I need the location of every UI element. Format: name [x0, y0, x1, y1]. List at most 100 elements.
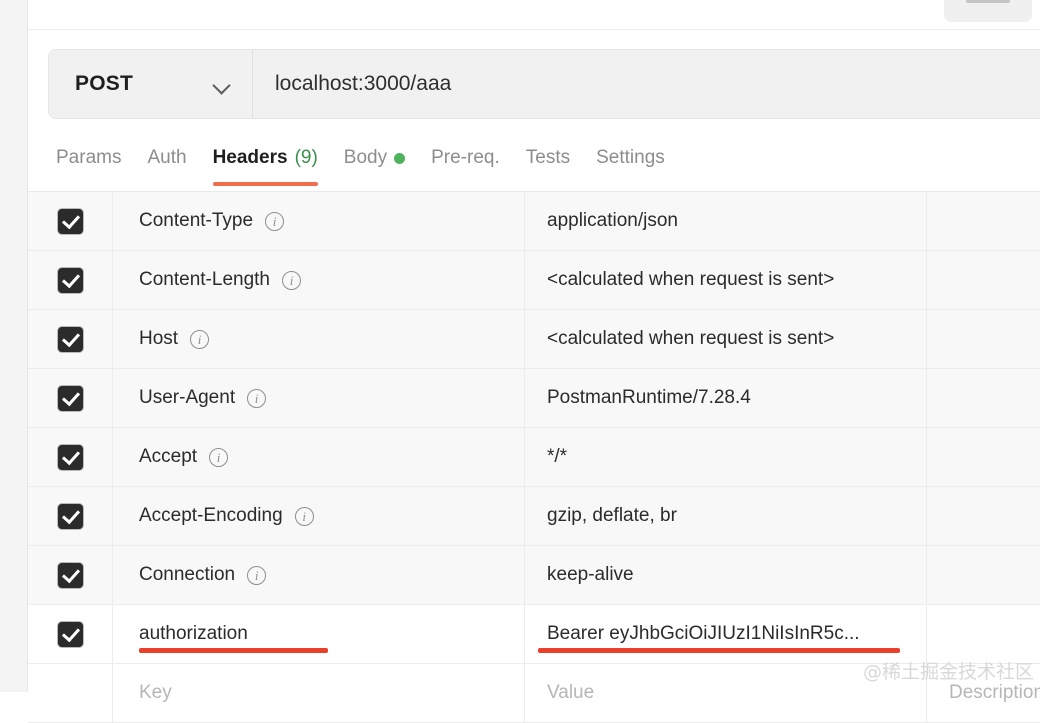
- tab-auth-label: Auth: [147, 147, 186, 169]
- table-row-new-entry: Key Value Description: [28, 664, 1040, 723]
- row-key-cell[interactable]: Host i: [113, 310, 525, 368]
- info-icon[interactable]: i: [265, 212, 284, 231]
- row-key-cell[interactable]: Accept i: [113, 428, 525, 486]
- url-input-value: localhost:3000/aaa: [275, 72, 451, 96]
- http-method-label: POST: [75, 72, 133, 96]
- row-key-cell[interactable]: Connection i: [113, 546, 525, 604]
- new-description-placeholder: Description: [949, 682, 1040, 704]
- row-value-text: <calculated when request is sent>: [547, 328, 834, 350]
- active-tab-underline: [213, 182, 318, 186]
- tab-headers-count: (9): [295, 147, 318, 169]
- row-value-cell[interactable]: gzip, deflate, br: [525, 487, 927, 545]
- row-key-text: Accept: [139, 446, 197, 468]
- row-description-cell[interactable]: [927, 605, 1040, 663]
- row-key-text: Content-Type: [139, 210, 253, 232]
- request-tabs: Params Auth Headers (9) Body Pre-req. Te…: [56, 136, 1040, 190]
- row-enable-cell: [28, 605, 113, 663]
- row-description-cell[interactable]: [927, 487, 1040, 545]
- collapse-handle-button[interactable]: [944, 0, 1032, 22]
- row-checkbox[interactable]: [57, 326, 84, 353]
- row-key-cell[interactable]: Content-Type i: [113, 192, 525, 250]
- url-input[interactable]: localhost:3000/aaa: [253, 50, 1040, 118]
- info-icon[interactable]: i: [209, 448, 228, 467]
- row-key-cell[interactable]: authorization: [113, 605, 525, 663]
- tab-settings[interactable]: Settings: [583, 136, 678, 180]
- tab-headers-label: Headers: [213, 147, 288, 169]
- tab-auth[interactable]: Auth: [134, 136, 199, 180]
- url-bar: POST localhost:3000/aaa: [48, 49, 1040, 119]
- tab-body[interactable]: Body: [331, 136, 418, 180]
- row-checkbox[interactable]: [57, 267, 84, 294]
- table-row-authorization: authorization Bearer eyJhbGciOiJIUzI1NiI…: [28, 605, 1040, 664]
- row-checkbox[interactable]: [57, 621, 84, 648]
- row-checkbox[interactable]: [57, 208, 84, 235]
- row-description-cell[interactable]: [927, 251, 1040, 309]
- tab-body-label: Body: [344, 147, 387, 169]
- row-description-cell[interactable]: [927, 369, 1040, 427]
- body-modified-dot-icon: [394, 153, 405, 164]
- row-key-text: Connection: [139, 564, 235, 586]
- row-key-cell[interactable]: User-Agent i: [113, 369, 525, 427]
- row-checkbox[interactable]: [57, 503, 84, 530]
- row-checkbox[interactable]: [57, 444, 84, 471]
- row-value-text: */*: [547, 446, 567, 468]
- row-value-cell[interactable]: keep-alive: [525, 546, 927, 604]
- info-icon[interactable]: i: [282, 271, 301, 290]
- tab-tests-label: Tests: [526, 147, 570, 169]
- annotation-underline-key: [139, 648, 328, 653]
- row-checkbox[interactable]: [57, 385, 84, 412]
- table-row: Accept-Encoding i gzip, deflate, br: [28, 487, 1040, 546]
- tab-headers[interactable]: Headers (9): [200, 136, 331, 180]
- table-row: Accept i */*: [28, 428, 1040, 487]
- row-key-cell[interactable]: Accept-Encoding i: [113, 487, 525, 545]
- request-pane: POST localhost:3000/aaa Params Auth Head…: [28, 0, 1040, 692]
- row-enable-cell: [28, 546, 113, 604]
- http-method-select[interactable]: POST: [49, 50, 253, 118]
- row-enable-cell: [28, 310, 113, 368]
- row-enable-cell: [28, 664, 113, 722]
- row-value-text: gzip, deflate, br: [547, 505, 677, 527]
- headers-table: Content-Type i application/json Content-…: [28, 191, 1040, 723]
- table-row: Connection i keep-alive: [28, 546, 1040, 605]
- tab-pre-request[interactable]: Pre-req.: [418, 136, 513, 180]
- row-key-text: authorization: [139, 623, 248, 645]
- row-value-cell[interactable]: */*: [525, 428, 927, 486]
- row-value-text: application/json: [547, 210, 678, 232]
- table-row: Host i <calculated when request is sent>: [28, 310, 1040, 369]
- row-enable-cell: [28, 192, 113, 250]
- info-icon[interactable]: i: [190, 330, 209, 349]
- row-enable-cell: [28, 487, 113, 545]
- info-icon[interactable]: i: [247, 389, 266, 408]
- tab-pre-request-label: Pre-req.: [431, 147, 500, 169]
- new-value-placeholder: Value: [547, 682, 594, 704]
- table-row: User-Agent i PostmanRuntime/7.28.4: [28, 369, 1040, 428]
- row-value-cell[interactable]: application/json: [525, 192, 927, 250]
- row-value-text: Bearer eyJhbGciOiJIUzI1NiIsInR5c...: [547, 623, 860, 645]
- row-key-cell[interactable]: Content-Length i: [113, 251, 525, 309]
- row-key-text: Host: [139, 328, 178, 350]
- row-value-cell[interactable]: <calculated when request is sent>: [525, 251, 927, 309]
- tab-tests[interactable]: Tests: [513, 136, 583, 180]
- tab-params[interactable]: Params: [56, 136, 134, 180]
- collapse-handle-icon: [966, 0, 1010, 3]
- info-icon[interactable]: i: [247, 566, 266, 585]
- new-description-input[interactable]: Description: [927, 664, 1040, 722]
- row-value-cell[interactable]: PostmanRuntime/7.28.4: [525, 369, 927, 427]
- sidebar-edge: [0, 0, 28, 692]
- row-key-text: Content-Length: [139, 269, 270, 291]
- chevron-down-icon: [213, 79, 230, 89]
- row-checkbox[interactable]: [57, 562, 84, 589]
- row-description-cell[interactable]: [927, 546, 1040, 604]
- new-value-input[interactable]: Value: [525, 664, 927, 722]
- new-key-input[interactable]: Key: [113, 664, 525, 722]
- row-description-cell[interactable]: [927, 310, 1040, 368]
- tab-params-label: Params: [56, 147, 121, 169]
- info-icon[interactable]: i: [295, 507, 314, 526]
- row-enable-cell: [28, 369, 113, 427]
- annotation-underline-value: [538, 648, 900, 653]
- row-description-cell[interactable]: [927, 428, 1040, 486]
- new-key-placeholder: Key: [139, 682, 172, 704]
- row-description-cell[interactable]: [927, 192, 1040, 250]
- row-value-cell[interactable]: <calculated when request is sent>: [525, 310, 927, 368]
- row-value-cell[interactable]: Bearer eyJhbGciOiJIUzI1NiIsInR5c...: [525, 605, 927, 663]
